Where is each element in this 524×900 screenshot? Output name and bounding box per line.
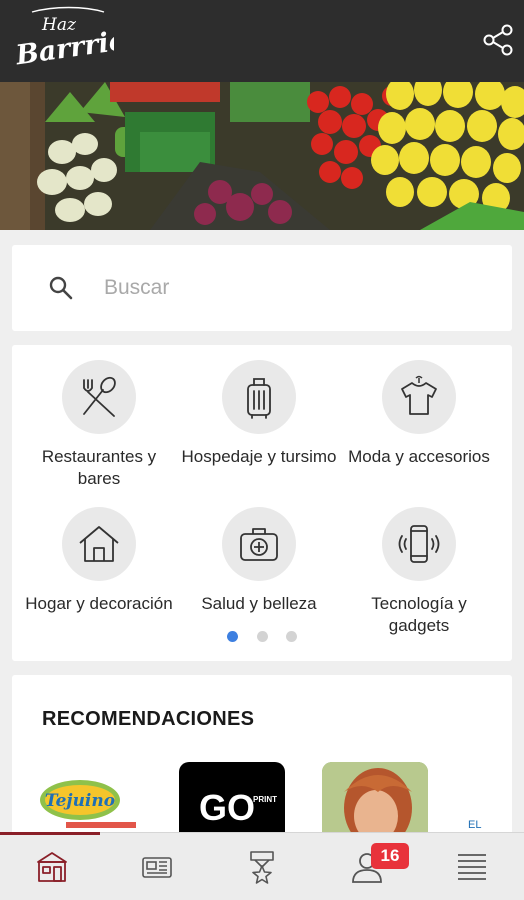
nav-rewards[interactable]	[210, 833, 314, 900]
search-bar[interactable]	[12, 245, 512, 331]
haz-barrio-logo[interactable]: Haz Barrrio	[14, 6, 114, 72]
recommendation-el[interactable]: EL	[462, 762, 512, 835]
category-label: Hogar y decoración	[25, 594, 173, 613]
category-tecnologia[interactable]: Tecnología y gadgets	[336, 507, 502, 637]
category-label: Moda y accesorios	[348, 447, 490, 466]
fork-spoon-icon	[83, 376, 116, 417]
hamburger-menu-icon	[458, 854, 486, 880]
nav-home[interactable]	[0, 833, 104, 900]
category-icon-circle	[62, 507, 136, 581]
recommendation-go-print[interactable]: GO PRINT	[179, 762, 285, 835]
house-icon	[79, 526, 119, 562]
smartphone-icon	[398, 525, 440, 563]
loading-progress-bar	[0, 832, 100, 835]
hero-banner-produce	[0, 82, 524, 230]
search-icon[interactable]	[48, 275, 74, 301]
suitcase-icon	[247, 378, 271, 419]
go-print-logo: GO PRINT	[199, 787, 277, 828]
category-label: Hospedaje y tursimo	[181, 447, 337, 466]
category-hospedaje[interactable]: Hospedaje y tursimo	[176, 360, 342, 468]
tejuino-logo: Tejuino	[40, 780, 136, 828]
category-moda[interactable]: Moda y accesorios	[336, 360, 502, 468]
nav-menu[interactable]	[420, 833, 524, 900]
first-aid-kit-icon	[240, 528, 278, 561]
page-dot-1[interactable]	[227, 631, 239, 642]
category-salud[interactable]: Salud y belleza	[176, 507, 342, 615]
el-logo-text: EL	[468, 819, 481, 831]
category-icon-circle	[382, 360, 456, 434]
carousel-pagination	[12, 629, 512, 647]
recommendations-section: RECOMENDACIONES Tejuino GO PRINT EL	[12, 675, 512, 835]
share-icon[interactable]	[480, 22, 516, 58]
app-header: Haz Barrrio	[0, 0, 524, 82]
page-dot-2[interactable]	[256, 631, 268, 642]
category-icon-circle	[222, 507, 296, 581]
category-icon-circle	[222, 360, 296, 434]
recommendation-tejuino[interactable]: Tejuino	[36, 762, 142, 835]
nav-profile[interactable]: 16	[315, 833, 419, 900]
tshirt-icon	[401, 375, 437, 415]
category-icon-circle	[382, 507, 456, 581]
nav-news[interactable]	[105, 833, 209, 900]
page-dot-3[interactable]	[285, 631, 297, 642]
notification-badge: 16	[371, 843, 409, 869]
medal-star-icon	[250, 851, 274, 884]
category-label: Restaurantes y bares	[41, 447, 157, 488]
go-print-logo-text: GO	[199, 787, 255, 828]
storefront-icon	[37, 852, 67, 882]
category-icon-circle	[62, 360, 136, 434]
newspaper-icon	[142, 857, 172, 878]
bottom-navigation: 16	[0, 832, 524, 900]
category-label: Salud y belleza	[201, 594, 317, 613]
recommendation-salon[interactable]	[322, 762, 428, 835]
el-logo: EL	[468, 819, 481, 831]
categories-carousel[interactable]: Restaurantes y bares Hospedaje y tursimo…	[12, 345, 512, 661]
tejuino-logo-text: Tejuino	[45, 791, 115, 811]
recommendations-title: RECOMENDACIONES	[42, 708, 255, 730]
category-restaurantes[interactable]: Restaurantes y bares	[16, 360, 182, 490]
go-print-logo-sub: PRINT	[253, 795, 277, 804]
search-input[interactable]	[104, 271, 484, 305]
salon-photo	[322, 762, 428, 835]
category-hogar[interactable]: Hogar y decoración	[16, 507, 182, 615]
